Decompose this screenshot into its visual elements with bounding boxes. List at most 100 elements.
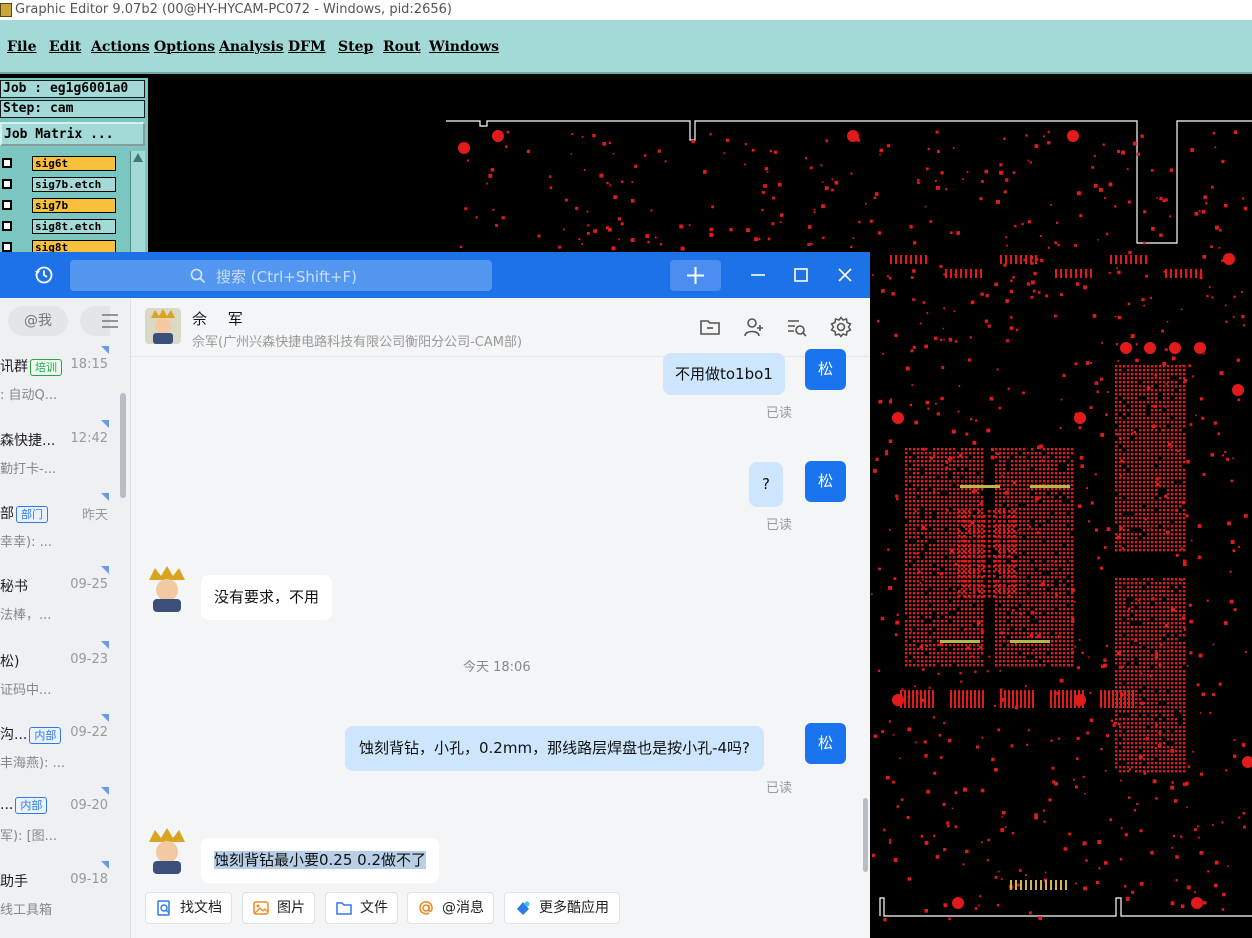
maximize-icon[interactable] <box>790 264 812 286</box>
image-button[interactable]: 图片 <box>242 892 315 924</box>
contact-avatar[interactable] <box>145 308 181 344</box>
layer-row[interactable]: sig7b.etch <box>0 176 130 194</box>
conversation-time: 昨天 <box>81 508 108 523</box>
message-bubble-out[interactable]: 不用做to1bo1 <box>663 353 785 395</box>
menu-icon[interactable] <box>100 312 120 330</box>
conversation-tag: 内部 <box>15 797 48 814</box>
conversation-item[interactable]: 松) 09-23 证码中... <box>0 639 128 709</box>
search-input[interactable]: 搜索 (Ctrl+Shift+F) <box>70 260 492 291</box>
conversation-preview: 勤打卡-... <box>0 462 57 477</box>
document-search-icon <box>157 900 170 916</box>
menu-actions[interactable]: Actions <box>91 39 150 55</box>
conversation-title: 森快捷... <box>0 433 56 449</box>
layer-list-scrollbar[interactable] <box>130 151 145 253</box>
unread-corner-icon <box>101 346 109 354</box>
conversation-tag: 部门 <box>16 506 48 523</box>
conversation-preview: 法棒，... <box>0 608 52 623</box>
search-icon <box>190 268 206 284</box>
message-bubble-in[interactable]: 蚀刻背钻最小要0.25 0.2做不了 <box>201 838 440 883</box>
find-doc-button[interactable]: 找文档 <box>145 892 232 924</box>
editor-title-bar: Graphic Editor 9.07b2 (00@HY-HYCAM-PC072… <box>0 0 1252 20</box>
apps-icon <box>517 901 530 915</box>
menu-edit[interactable]: Edit <box>49 39 81 55</box>
conversation-item[interactable]: 秘书 09-25 法棒，... <box>0 564 128 634</box>
unread-corner-icon <box>101 787 109 795</box>
folder-icon[interactable] <box>699 316 721 338</box>
menu-options[interactable]: Options <box>154 39 215 55</box>
conversation-time: 09-20 <box>70 798 108 813</box>
unread-corner-icon <box>101 566 109 574</box>
layer-checkbox[interactable] <box>2 179 12 189</box>
layer-checkbox[interactable] <box>2 200 12 210</box>
search-placeholder: 搜索 (Ctrl+Shift+F) <box>216 268 358 286</box>
contact-avatar[interactable] <box>143 828 191 874</box>
conversation-item[interactable]: 森快捷... 12:42 勤打卡-... <box>0 418 128 488</box>
layer-row[interactable]: sig8t.etch <box>0 218 130 236</box>
layer-row[interactable]: sig6t <box>0 155 130 173</box>
my-avatar[interactable]: 松 <box>805 723 846 764</box>
chat-top-bar: 搜索 (Ctrl+Shift+F) <box>0 252 870 298</box>
conversation-name: ... 内部 <box>0 797 48 814</box>
search-history-icon[interactable] <box>786 316 808 338</box>
message-bubble-in[interactable]: 没有要求，不用 <box>201 575 333 620</box>
conversation-item[interactable]: 部部门 昨天 幸幸): ... <box>0 491 128 561</box>
layer-name[interactable]: sig7b <box>32 198 116 213</box>
conversation-item[interactable]: 讯群 培训 18:15: 自动Q... <box>0 344 128 414</box>
layer-name[interactable]: sig7b.etch <box>32 177 116 192</box>
app-icon <box>0 3 12 17</box>
scroll-up-icon[interactable] <box>133 153 143 162</box>
contact-avatar[interactable] <box>143 566 191 612</box>
at-message-button[interactable]: @消息 <box>407 892 494 924</box>
conversation-name: 松) <box>0 651 19 671</box>
job-matrix-button[interactable]: Job Matrix ... <box>0 122 145 146</box>
conversation-title: ... <box>0 797 14 813</box>
menu-dfm[interactable]: DFM <box>288 39 326 55</box>
unread-corner-icon <box>101 714 109 722</box>
layer-name[interactable]: sig8t.etch <box>32 219 116 234</box>
conversation-item[interactable]: ... 内部 09-20 军): [图... <box>0 785 128 855</box>
chat-scrollbar[interactable] <box>863 798 868 872</box>
add-member-icon[interactable] <box>743 316 765 338</box>
menu-step[interactable]: Step <box>338 39 373 55</box>
layer-checkbox[interactable] <box>2 242 12 252</box>
conversation-time: 18:15 <box>70 357 108 372</box>
layer-checkbox[interactable] <box>2 221 12 231</box>
menu-file[interactable]: File <box>7 39 36 55</box>
quick-action-label: @消息 <box>442 900 484 916</box>
conversation-tag: 培训 <box>30 359 62 376</box>
selected-message-text[interactable]: 蚀刻背钻最小要0.25 0.2做不了 <box>214 851 427 869</box>
layer-checkbox[interactable] <box>2 158 12 168</box>
layer-row[interactable]: sig7b <box>0 197 130 215</box>
time-separator: 今天 18:06 <box>463 660 531 675</box>
minimize-icon[interactable] <box>747 264 769 286</box>
history-icon[interactable] <box>34 265 54 285</box>
message-bubble-out[interactable]: ? <box>749 462 783 507</box>
menu-rout[interactable]: Rout <box>383 39 421 55</box>
settings-gear-icon[interactable] <box>830 316 852 338</box>
at-icon <box>419 901 433 915</box>
message-bubble-out[interactable]: 蚀刻背钻，小孔，0.2mm，那线路层焊盘也是按小孔-4吗? <box>345 726 764 771</box>
conversation-item[interactable]: 助手 09-18 线工具箱 <box>0 859 128 929</box>
add-button[interactable] <box>670 260 721 291</box>
conversation-title: 沟... <box>0 727 28 743</box>
read-status: 已读 <box>766 781 793 796</box>
menu-windows[interactable]: Windows <box>429 39 499 55</box>
conversation-name: 森快捷... <box>0 430 55 450</box>
conversation-tag: 内部 <box>29 727 62 744</box>
my-avatar[interactable]: 松 <box>805 349 846 390</box>
conversation-time: 09-25 <box>70 577 108 592</box>
job-panel: Job : eg1g6001a0 Step: cam Job Matrix ..… <box>0 78 148 255</box>
more-apps-button[interactable]: 更多酷应用 <box>504 892 620 924</box>
quick-action-label: 文件 <box>360 900 388 916</box>
my-avatar[interactable]: 松 <box>805 461 846 502</box>
menu-analysis[interactable]: Analysis <box>219 39 284 55</box>
chat-window: 搜索 (Ctrl+Shift+F) @我 讯群 培训 18:15: 自动Q... 森快… <box>0 252 870 938</box>
at-me-filter[interactable]: @我 <box>8 306 68 336</box>
layer-name[interactable]: sig6t <box>32 156 116 171</box>
file-button[interactable]: 文件 <box>325 892 398 924</box>
close-icon[interactable] <box>834 264 856 286</box>
contact-name: 佘 军 <box>192 310 251 328</box>
conversation-item[interactable]: 沟... 内部 09-22 丰海燕): ... <box>0 712 128 782</box>
read-status: 已读 <box>766 518 793 533</box>
conversation-title: 秘书 <box>0 579 28 595</box>
